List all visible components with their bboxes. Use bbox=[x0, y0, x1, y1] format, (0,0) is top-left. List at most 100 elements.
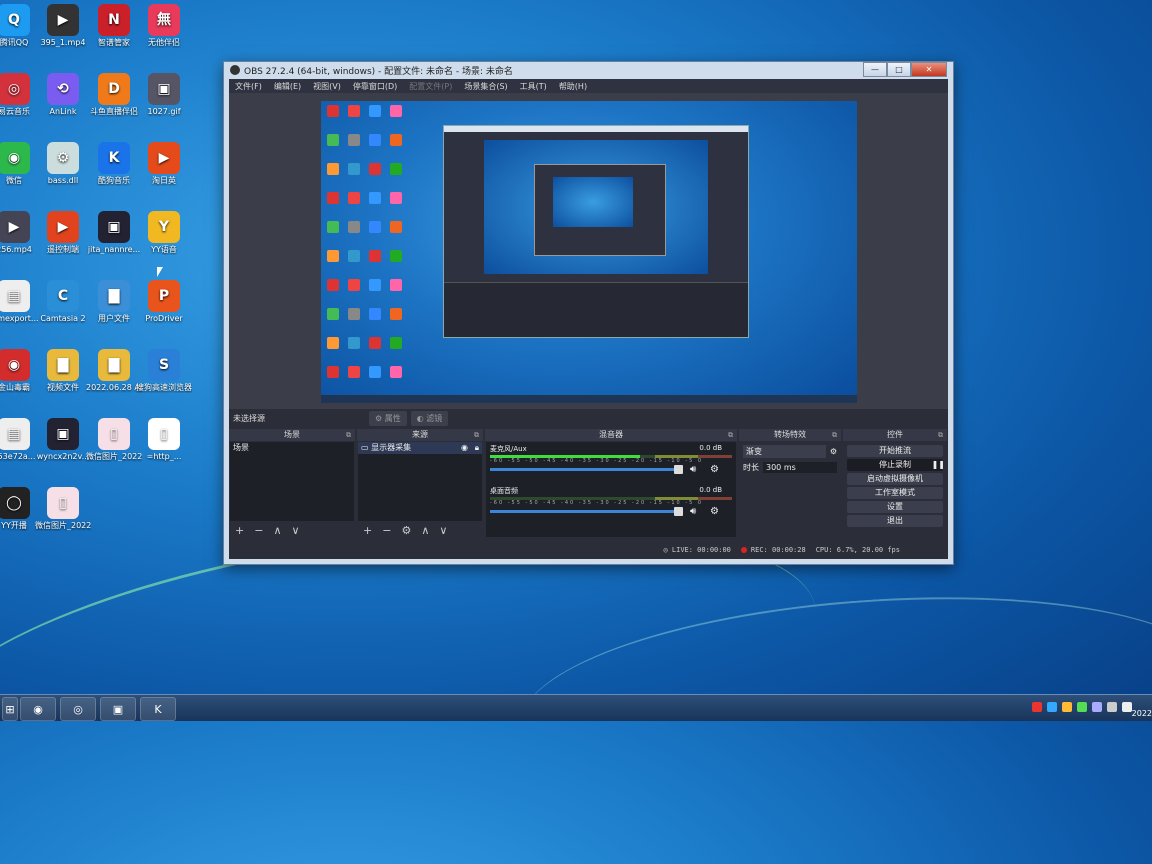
lock-icon[interactable]: 🔒︎ bbox=[475, 442, 479, 454]
add-icon[interactable]: + bbox=[363, 524, 372, 537]
menu-profile[interactable]: 配置文件(P) bbox=[403, 81, 458, 92]
sources-list: ▭ 显示器采集 ◉ 🔒︎ bbox=[358, 442, 482, 521]
duration-input[interactable]: 300 ms bbox=[763, 462, 837, 473]
desktop-icon[interactable]: ⟲ AnLink bbox=[35, 73, 91, 117]
desktop-icon[interactable]: ▶ 395_1.mp4 bbox=[35, 4, 91, 48]
stop-recording-button[interactable]: 停止录制 ❚❚ bbox=[847, 459, 945, 471]
undock-icon[interactable]: ⧉ bbox=[346, 429, 351, 441]
desktop-icon[interactable]: ▇ 视频文件 bbox=[35, 349, 91, 393]
volume-slider[interactable] bbox=[490, 468, 678, 471]
desktop-icon-label: 用户文件 bbox=[98, 314, 130, 323]
remove-icon[interactable]: − bbox=[254, 524, 263, 537]
desktop-icon[interactable]: ▶ 遥控制端 bbox=[35, 211, 91, 255]
volume-slider-handle[interactable] bbox=[674, 507, 683, 516]
menu-view[interactable]: 视图(V) bbox=[307, 81, 347, 92]
menu-docks[interactable]: 停靠窗口(D) bbox=[347, 81, 403, 92]
exit-button[interactable]: 退出 bbox=[847, 515, 943, 527]
speaker-icon[interactable]: 🔊︎ bbox=[690, 464, 696, 475]
tray-icon[interactable] bbox=[1047, 702, 1057, 712]
undock-icon[interactable]: ⧉ bbox=[728, 429, 733, 441]
network-icon[interactable] bbox=[1122, 702, 1132, 712]
obs-client-area: 文件(F) 编辑(E) 视图(V) 停靠窗口(D) 配置文件(P) 场景集合(S… bbox=[229, 79, 948, 559]
gear-icon[interactable]: ⚙ bbox=[401, 524, 411, 537]
speaker-icon[interactable]: 🔊︎ bbox=[690, 506, 696, 517]
move-down-icon[interactable]: ∨ bbox=[439, 524, 447, 537]
volume-slider-handle[interactable] bbox=[674, 465, 683, 474]
taskbar-qq-icon[interactable]: ◉ bbox=[20, 697, 56, 721]
desktop-icon[interactable]: K 酷狗音乐 bbox=[86, 142, 142, 186]
no-source-label: 未选择源 bbox=[233, 413, 265, 423]
clock[interactable]: 2022 bbox=[1132, 709, 1152, 718]
desktop-icon[interactable]: N 智谱管家 bbox=[86, 4, 142, 48]
move-up-icon[interactable]: ∧ bbox=[421, 524, 429, 537]
tray-icon[interactable] bbox=[1062, 702, 1072, 712]
taskbar-obs-icon[interactable]: ◎ bbox=[60, 697, 96, 721]
add-icon[interactable]: + bbox=[235, 524, 244, 537]
scenes-list: 场景 bbox=[230, 442, 354, 521]
desktop-icon[interactable]: P ProDriver bbox=[136, 280, 192, 324]
desktop-icon[interactable]: ▣ jita_nannre... bbox=[86, 211, 142, 255]
taskbar-screen-icon[interactable]: ▣ bbox=[100, 697, 136, 721]
tray-icon[interactable] bbox=[1077, 702, 1087, 712]
desktop-icon[interactable]: Y YY语音 bbox=[136, 211, 192, 255]
scene-item[interactable]: 场景 bbox=[230, 442, 354, 454]
close-button[interactable]: ✕ bbox=[911, 62, 947, 77]
desktop-icon[interactable]: ⚙ bass.dll bbox=[35, 142, 91, 186]
window-controls: — □ ✕ bbox=[863, 62, 947, 77]
settings-button[interactable]: 设置 bbox=[847, 501, 943, 513]
preview-mini-icon bbox=[369, 134, 381, 146]
desktop-icon[interactable]: C Camtasia 2 bbox=[35, 280, 91, 324]
start-virtual-camera-button[interactable]: 启动虚拟摄像机 bbox=[847, 473, 943, 485]
desktop-icon[interactable]: ▯ 微信图片_2022062... bbox=[86, 418, 142, 462]
remove-icon[interactable]: − bbox=[382, 524, 391, 537]
tray-icon[interactable] bbox=[1032, 702, 1042, 712]
desktop-icon-image: ▣ bbox=[47, 418, 79, 450]
desktop-icon[interactable]: ▯ 微信图片_2022062... bbox=[35, 487, 91, 531]
properties-button[interactable]: ⚙ 属性 bbox=[369, 410, 407, 426]
start-streaming-button[interactable]: 开始推流 bbox=[847, 445, 943, 457]
eye-icon[interactable]: ◉ bbox=[461, 442, 468, 454]
gear-icon[interactable]: ⚙ bbox=[830, 447, 837, 456]
menu-file[interactable]: 文件(F) bbox=[229, 81, 268, 92]
undock-icon[interactable]: ⧉ bbox=[832, 429, 837, 441]
desktop-icon[interactable]: ▇ 2022.06.28 Administ... bbox=[86, 349, 142, 393]
preview-mini-icon bbox=[348, 105, 360, 117]
menu-help[interactable]: 帮助(H) bbox=[553, 81, 593, 92]
menu-edit[interactable]: 编辑(E) bbox=[268, 81, 307, 92]
obs-window[interactable]: OBS 27.2.4 (64-bit, windows) - 配置文件: 未命名… bbox=[223, 61, 954, 565]
obs-titlebar[interactable]: OBS 27.2.4 (64-bit, windows) - 配置文件: 未命名… bbox=[224, 62, 953, 78]
undock-icon[interactable]: ⧉ bbox=[938, 429, 943, 441]
menu-scene-collection[interactable]: 场景集合(S) bbox=[458, 81, 513, 92]
gear-icon[interactable]: ⚙ bbox=[710, 464, 719, 475]
desktop-icon[interactable]: ▣ 1027.gif bbox=[136, 73, 192, 117]
pause-icon[interactable]: ❚❚ bbox=[932, 459, 945, 471]
desktop-icon[interactable]: ▇ 用户文件 bbox=[86, 280, 142, 324]
transition-select[interactable]: 渐变 bbox=[743, 445, 826, 458]
source-item[interactable]: ▭ 显示器采集 ◉ 🔒︎ bbox=[358, 442, 482, 454]
desktop-icon[interactable]: ▯ =http_... bbox=[136, 418, 192, 462]
minimize-button[interactable]: — bbox=[863, 62, 887, 77]
filters-button[interactable]: ◐ 滤镜 bbox=[410, 410, 449, 426]
desktop-icon[interactable]: ▣ wyncx2n2v... bbox=[35, 418, 91, 462]
preview-canvas[interactable] bbox=[321, 101, 857, 403]
start-button[interactable]: ⊞ bbox=[2, 697, 18, 721]
preview-mini-icon bbox=[348, 192, 360, 204]
desktop-icon[interactable]: D 斗鱼直播伴侣 bbox=[86, 73, 142, 117]
undock-icon[interactable]: ⧉ bbox=[474, 429, 479, 441]
menu-tools[interactable]: 工具(T) bbox=[514, 81, 553, 92]
preview-mini-icon bbox=[369, 250, 381, 262]
desktop-icon-label: =http_... bbox=[146, 452, 182, 461]
move-up-icon[interactable]: ∧ bbox=[273, 524, 281, 537]
desktop-icon[interactable]: 無无他伴侣 bbox=[136, 4, 192, 48]
move-down-icon[interactable]: ∨ bbox=[292, 524, 300, 537]
volume-icon[interactable] bbox=[1107, 702, 1117, 712]
preview-area[interactable] bbox=[229, 93, 948, 409]
desktop-icon[interactable]: ▶ 淘日英 bbox=[136, 142, 192, 186]
tray-icon[interactable] bbox=[1092, 702, 1102, 712]
maximize-button[interactable]: □ bbox=[887, 62, 911, 77]
studio-mode-button[interactable]: 工作室模式 bbox=[847, 487, 943, 499]
volume-slider[interactable] bbox=[490, 510, 678, 513]
taskbar-kugou-icon[interactable]: K bbox=[140, 697, 176, 721]
gear-icon[interactable]: ⚙ bbox=[710, 506, 719, 517]
desktop-icon[interactable]: S 搜狗高速浏览器 bbox=[136, 349, 192, 393]
